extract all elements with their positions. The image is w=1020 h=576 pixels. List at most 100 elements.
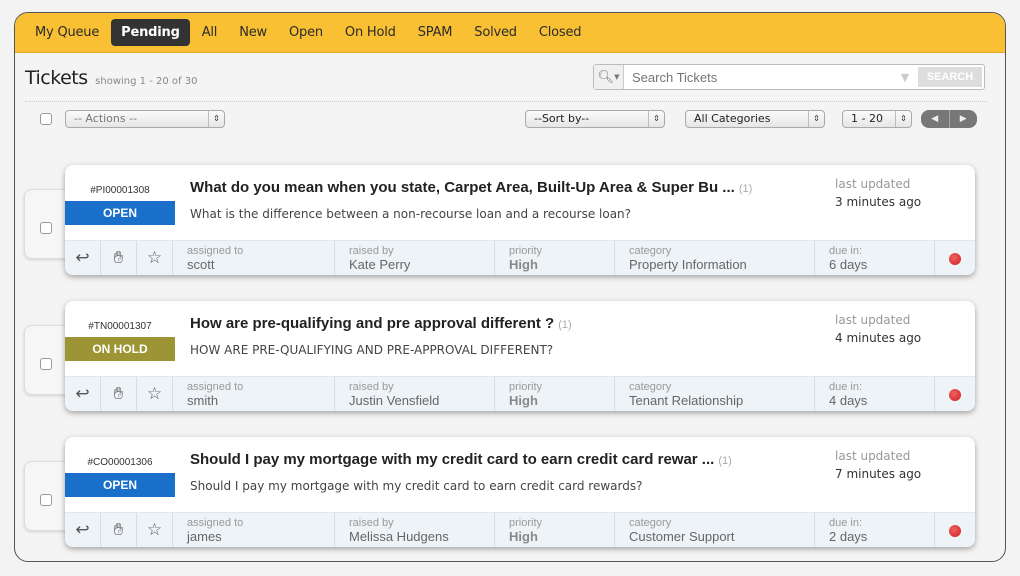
range-select-value: 1 - 20 (851, 112, 883, 125)
tab-all[interactable]: All (192, 19, 228, 46)
search-box: 🔍︎▼ ▼ SEARCH (593, 64, 985, 90)
category-label: category (629, 245, 672, 257)
last-updated: last updated 4 minutes ago (835, 313, 921, 345)
raised-by: raised by Kate Perry (335, 241, 495, 275)
actions-select[interactable]: -- Actions -- ⇕ (65, 110, 225, 128)
reply-icon[interactable]: ↩ (65, 513, 101, 547)
ticket-card[interactable]: #CO00001306 OPEN Should I pay my mortgag… (65, 437, 975, 547)
search-icon[interactable]: 🔍︎ ▼ (594, 65, 624, 89)
raised-by: raised by Justin Vensfield (335, 377, 495, 411)
select-all-checkbox[interactable] (40, 113, 52, 125)
ticket-checkbox[interactable] (40, 494, 52, 506)
category: category Tenant Relationship (615, 377, 815, 411)
select-arrows-icon: ⇕ (648, 111, 664, 127)
last-updated: last updated 7 minutes ago (835, 449, 921, 481)
due-in-label: due in: (829, 517, 863, 529)
assigned-to: assigned to james (173, 513, 335, 547)
due-in-value: 4 days (829, 393, 868, 408)
subject-text: What do you mean when you state, Carpet … (190, 179, 735, 196)
category-value: Property Information (629, 257, 747, 272)
raised-by-value: Justin Vensfield (349, 393, 440, 408)
sort-select-value: --Sort by-- (534, 112, 590, 125)
pager: ◀ ▶ (921, 110, 977, 128)
search-button[interactable]: SEARCH (918, 67, 982, 87)
status-indicator (935, 513, 975, 547)
range-select[interactable]: 1 - 20 ⇕ (842, 110, 912, 128)
tab-solved[interactable]: Solved (464, 19, 527, 46)
tab-spam[interactable]: SPAM (408, 19, 463, 46)
ticket-checkbox[interactable] (40, 222, 52, 234)
priority-value: High (509, 257, 538, 272)
priority: priority High (495, 377, 615, 411)
status-dot-icon (949, 253, 961, 265)
title-text: Tickets (25, 67, 88, 89)
tab-closed[interactable]: Closed (529, 19, 591, 46)
claim-hand-icon[interactable]: ✋︎ (101, 241, 137, 275)
sort-select[interactable]: --Sort by-- ⇕ (525, 110, 665, 128)
assigned-to-label: assigned to (187, 381, 244, 393)
reply-icon[interactable]: ↩ (65, 241, 101, 275)
due-in-label: due in: (829, 381, 863, 393)
tab-open[interactable]: Open (279, 19, 333, 46)
ticket-subject[interactable]: Should I pay my mortgage with my credit … (190, 451, 732, 468)
tab-new[interactable]: New (229, 19, 277, 46)
page-title: Tickets showing 1 - 20 of 30 (25, 67, 197, 89)
priority-label: priority (509, 245, 543, 257)
reply-count: (1) (718, 455, 732, 467)
tab-my-queue[interactable]: My Queue (25, 19, 109, 46)
due-in-label: due in: (829, 245, 863, 257)
ticket-subject[interactable]: What do you mean when you state, Carpet … (190, 179, 752, 196)
tab-pending[interactable]: Pending (111, 19, 190, 46)
assigned-to-value: smith (187, 393, 219, 408)
category-value: Tenant Relationship (629, 393, 744, 408)
priority: priority High (495, 241, 615, 275)
category-value: Customer Support (629, 529, 735, 544)
assigned-to-value: scott (187, 257, 215, 272)
ticket-card[interactable]: #TN00001307 ON HOLD How are pre-qualifyi… (65, 301, 975, 411)
priority: priority High (495, 513, 615, 547)
raised-by-value: Kate Perry (349, 257, 411, 272)
priority-value: High (509, 393, 538, 408)
search-input[interactable] (624, 65, 894, 89)
reply-count: (1) (738, 183, 753, 195)
category-label: category (629, 517, 672, 529)
ticket-footer: ↩ ✋︎ ☆ assigned to smith raised by Justin … (65, 376, 975, 411)
category-label: category (629, 381, 672, 393)
claim-hand-icon[interactable]: ✋︎ (101, 513, 137, 547)
assigned-to-value: james (187, 529, 222, 544)
next-page-button[interactable]: ▶ (949, 110, 977, 128)
reply-icon[interactable]: ↩ (65, 377, 101, 411)
star-icon[interactable]: ☆ (137, 377, 173, 411)
ticket-id: #PI00001308 (90, 185, 150, 196)
reply-count: (1) (558, 319, 572, 331)
ticket-row: #PI00001308 OPEN What do you mean when y… (15, 165, 1005, 289)
tab-on-hold[interactable]: On Hold (335, 19, 406, 46)
star-icon[interactable]: ☆ (137, 513, 173, 547)
priority-label: priority (509, 517, 543, 529)
raised-by: raised by Melissa Hudgens (335, 513, 495, 547)
claim-hand-icon[interactable]: ✋︎ (101, 377, 137, 411)
status-indicator (935, 377, 975, 411)
due-in-value: 6 days (829, 257, 868, 272)
ticket-row: #TN00001307 ON HOLD How are pre-qualifyi… (15, 301, 1005, 425)
assigned-to-label: assigned to (187, 245, 244, 257)
ticket-panel: My Queue Pending All New Open On Hold SP… (14, 12, 1006, 562)
star-icon[interactable]: ☆ (137, 241, 173, 275)
category-select-value: All Categories (694, 112, 771, 125)
ticket-row: #CO00001306 OPEN Should I pay my mortgag… (15, 437, 1005, 561)
prev-page-button[interactable]: ◀ (921, 110, 950, 128)
ticket-subject[interactable]: How are pre-qualifying and pre approval … (190, 315, 572, 332)
ticket-id: #TN00001307 (88, 321, 152, 332)
ticket-description: HOW ARE PRE-QUALIFYING AND PRE-APPROVAL … (190, 343, 554, 357)
ticket-card[interactable]: #PI00001308 OPEN What do you mean when y… (65, 165, 975, 275)
assigned-to: assigned to smith (173, 377, 335, 411)
last-updated-label: last updated (835, 177, 911, 191)
search-dropdown-icon[interactable]: ▼ (894, 65, 916, 89)
category-select[interactable]: All Categories ⇕ (685, 110, 825, 128)
priority-value: High (509, 529, 538, 544)
select-arrows-icon: ⇕ (208, 111, 224, 127)
ticket-checkbox[interactable] (40, 358, 52, 370)
status-dot-icon (949, 525, 961, 537)
page-header: Tickets showing 1 - 20 of 30 🔍︎▼ ▼ SEARC… (15, 53, 1005, 103)
ticket-id: #CO00001306 (87, 457, 153, 468)
